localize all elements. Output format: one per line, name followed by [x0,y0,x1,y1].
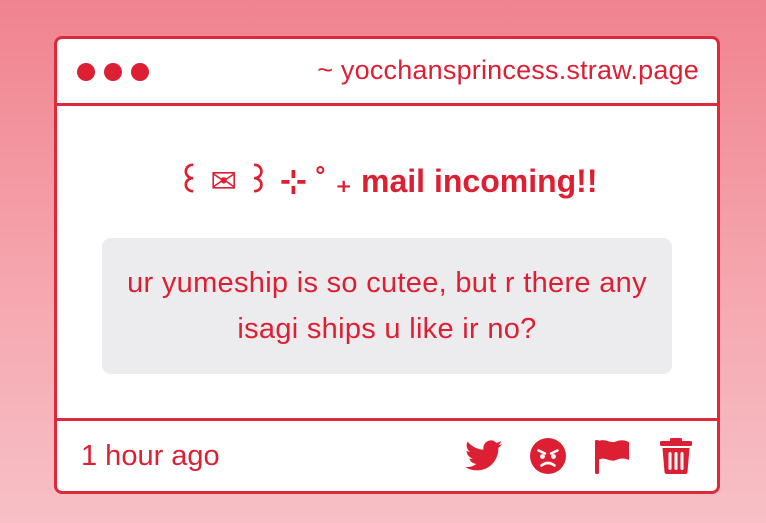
twitter-icon [465,440,503,471]
mail-heading: ꒰ ✉ ꒱ ⊹ ˚ ₊ mail incoming!! [176,163,598,199]
message-text: ur yumeship is so cutee, but r there any… [127,267,647,345]
window-dot [131,63,149,81]
card-footer: 1 hour ago [57,421,717,491]
timestamp: 1 hour ago [81,440,220,472]
window-controls [77,63,149,81]
window-dot [77,63,95,81]
message-box: ur yumeship is so cutee, but r there any… [102,238,672,374]
message-card: ~ yocchansprincess.straw.page ꒰ ✉ ꒱ ⊹ ˚ … [54,36,720,494]
site-url[interactable]: ~ yocchansprincess.straw.page [317,55,699,86]
flag-icon [595,440,629,474]
action-bar [463,435,697,477]
message-content: ꒰ ✉ ꒱ ⊹ ˚ ₊ mail incoming!! ur yumeship … [57,106,717,421]
trash-icon [660,438,692,474]
angry-face-icon [530,438,566,474]
window-dot [104,63,122,81]
react-button[interactable] [527,435,569,477]
twitter-share-button[interactable] [463,435,505,477]
title-bar: ~ yocchansprincess.straw.page [57,39,717,106]
report-button[interactable] [591,435,633,477]
delete-button[interactable] [655,435,697,477]
